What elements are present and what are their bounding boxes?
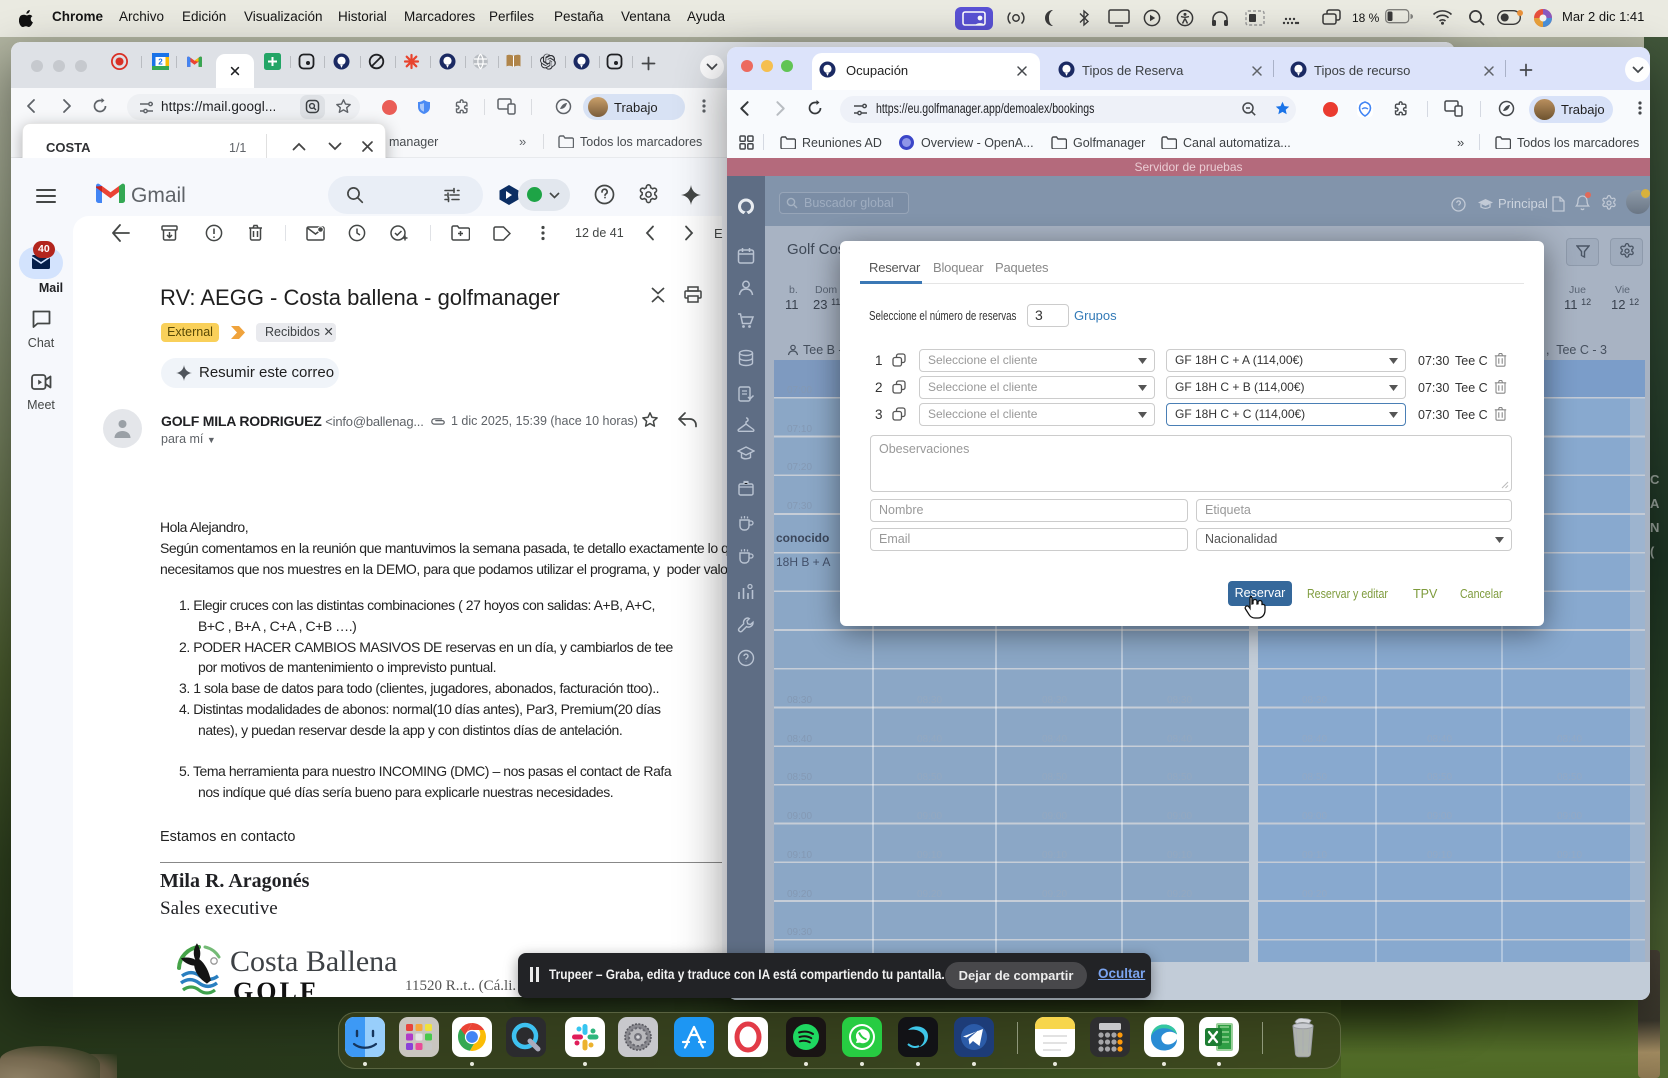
svg-text:2: 2: [158, 58, 163, 67]
